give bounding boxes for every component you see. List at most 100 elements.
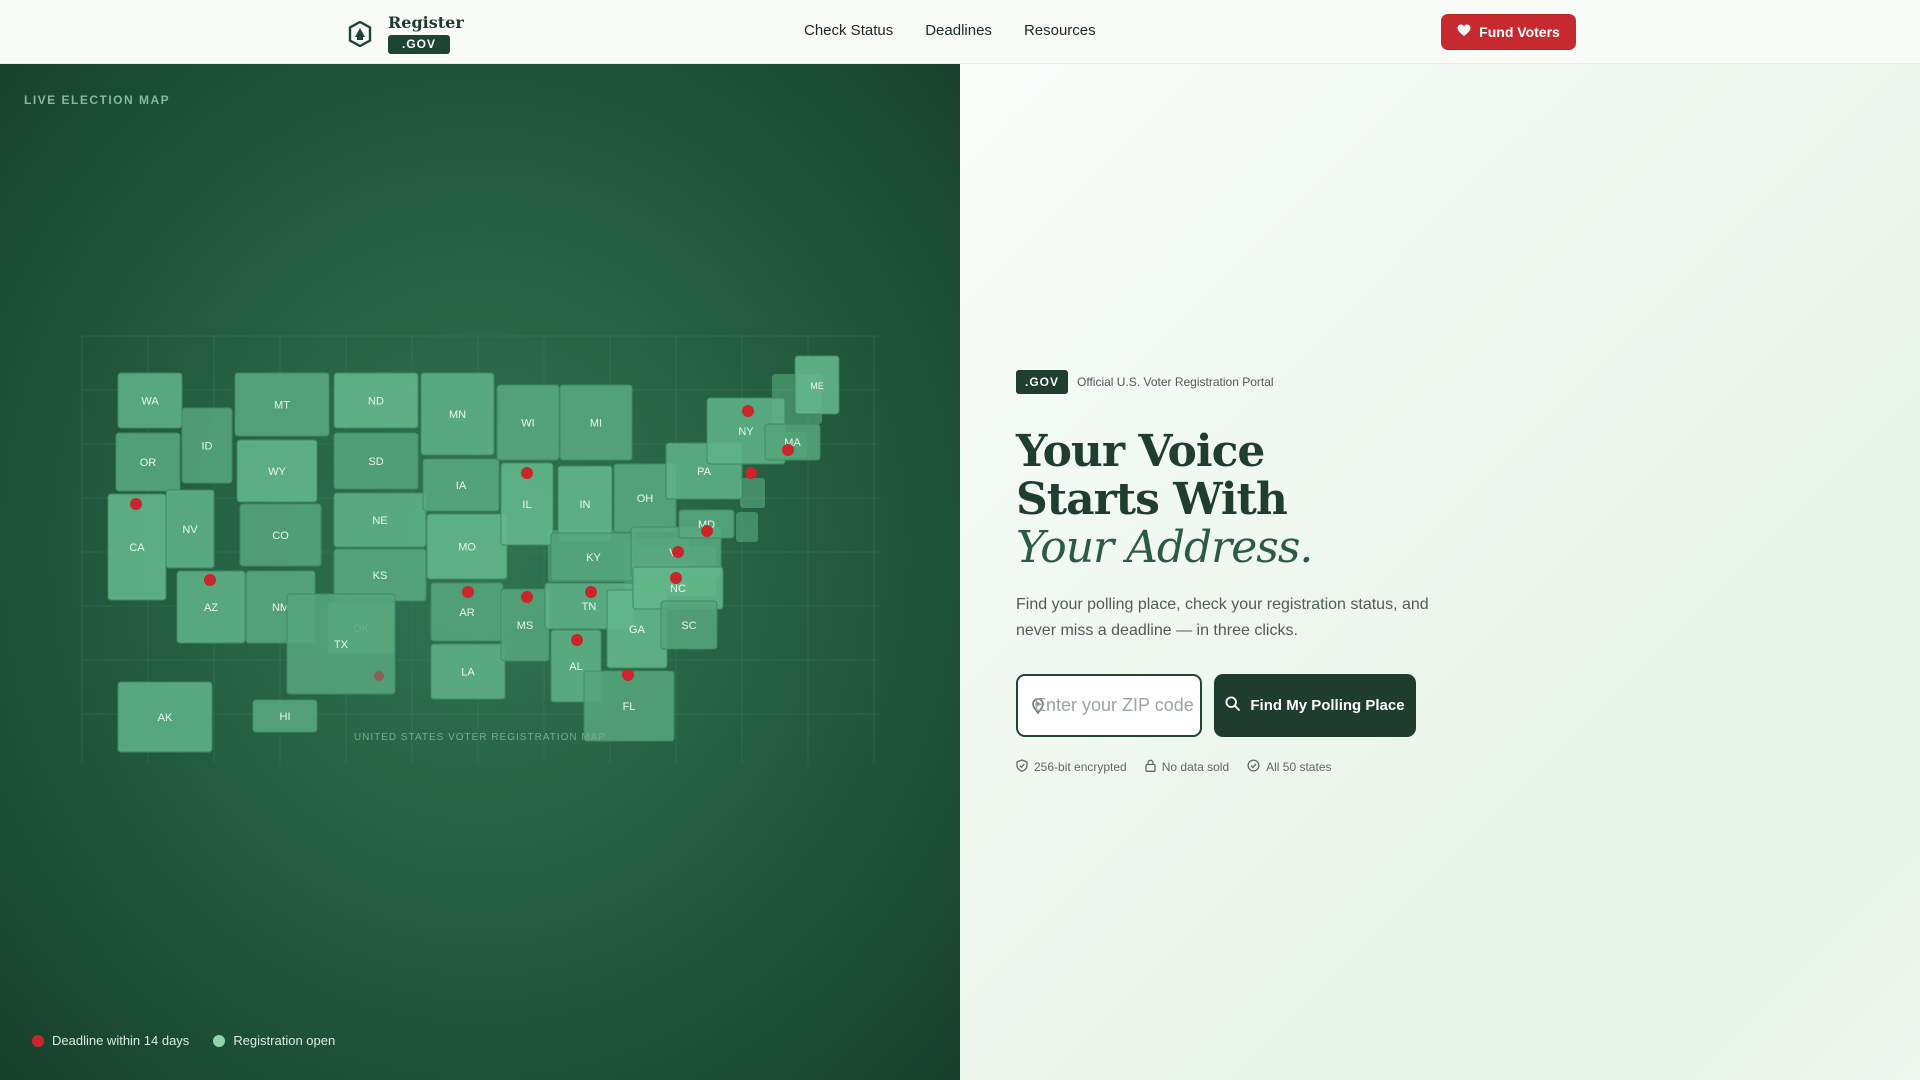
map-tile-overlap [736,512,758,542]
state-tile-ky[interactable]: KY [550,532,637,582]
state-label: MT [274,400,290,412]
state-tile-mi[interactable]: MI [559,384,633,461]
state-label: LA [461,667,475,679]
state-label: WI [521,418,534,430]
state-label: IL [522,499,531,511]
state-tile-sc[interactable]: SC [660,600,718,650]
state-tile-nv[interactable]: NV [165,489,215,569]
deadline-marker-il[interactable] [521,467,533,479]
state-label: ND [368,396,384,408]
top-nav: Register .GOV Check Status Deadlines Res… [0,0,1920,64]
state-label: NY [738,426,754,438]
state-tile-ma[interactable]: MA [764,423,821,461]
search-icon [1225,696,1241,715]
state-tile-nd[interactable]: ND [333,372,419,429]
deadline-marker-ar[interactable] [462,586,474,598]
deadline-marker-ma[interactable] [782,444,794,456]
state-tile-hi[interactable]: HI [252,699,318,733]
nav-link-deadlines[interactable]: Deadlines [925,22,992,39]
eyebrow: .GOV Official U.S. Voter Registration Po… [1016,370,1456,394]
state-tile-la[interactable]: LA [430,643,506,700]
deadline-marker-al[interactable] [571,634,583,646]
state-tile-wy[interactable]: WY [236,439,318,503]
state-label: IN [580,499,591,511]
fund-voters-label: Fund Voters [1479,24,1560,40]
state-tile-me[interactable]: ME [794,355,840,415]
state-label: TN [582,601,597,613]
deadline-dot-icon [32,1034,44,1047]
map-tile-overlap [740,478,765,508]
deadline-marker-ms[interactable] [521,591,533,603]
deadline-marker-pa[interactable] [745,467,757,479]
state-tile-mn[interactable]: MN [420,372,495,456]
nav-link-check-status[interactable]: Check Status [804,22,893,39]
state-label: AL [569,661,582,673]
nav-links: Check Status Deadlines Resources [804,22,1096,39]
state-label: MN [449,409,466,421]
state-tile-or[interactable]: OR [115,432,181,492]
state-label: NC [670,583,686,595]
state-label: WA [141,396,159,408]
deadline-marker-nc[interactable] [670,572,682,584]
eyebrow-text: Official U.S. Voter Registration Portal [1077,375,1274,389]
deadline-marker-ny[interactable] [742,405,754,417]
state-tile-wi[interactable]: WI [496,384,560,461]
state-tile-in[interactable]: IN [557,465,613,543]
shield-logo-icon [346,20,374,48]
trust-indicators: 256-bit encrypted No data sold All 50 st… [1016,759,1456,775]
state-label: MI [590,418,602,430]
state-tile-ia[interactable]: IA [422,458,500,512]
state-label: ID [202,441,213,453]
zip-field [1016,674,1202,737]
deadline-marker-az[interactable] [204,574,216,586]
state-label: WY [268,466,286,478]
state-tile-id[interactable]: ID [181,407,233,484]
fund-voters-button[interactable]: Fund Voters [1441,14,1576,50]
state-label: MS [517,620,534,632]
state-tile-co[interactable]: CO [239,503,322,567]
trust-no-data-sold: No data sold [1145,759,1229,775]
state-label: KS [373,570,388,582]
state-tile-mo[interactable]: MO [426,513,508,580]
state-tile-wa[interactable]: WA [117,372,183,429]
state-tile-fl[interactable]: FL [583,670,675,742]
hero-content: .GOV Official U.S. Voter Registration Po… [1016,370,1456,775]
state-label: AZ [204,602,218,614]
state-label: AK [158,712,173,724]
brand-logo[interactable]: Register .GOV [346,12,464,56]
state-tile-ne[interactable]: NE [333,492,427,548]
deadline-marker-ca[interactable] [130,498,142,510]
state-label: CA [129,542,145,554]
state-label: NE [372,515,387,527]
nav-link-resources[interactable]: Resources [1024,22,1096,39]
state-tile-ak[interactable]: AK [117,681,213,753]
legend-deadline: Deadline within 14 days [32,1033,189,1048]
state-label: ME [810,381,824,391]
state-label: FL [623,701,636,713]
state-tile-sd[interactable]: SD [333,432,419,490]
state-label: OR [140,457,157,469]
gov-badge: .GOV [1016,370,1069,394]
deadline-marker-va[interactable] [672,546,684,558]
state-label: SD [368,456,383,468]
find-polling-place-button[interactable]: Find My Polling Place [1214,674,1416,737]
legend-open: Registration open [213,1033,335,1048]
zip-search-form: Find My Polling Place [1016,674,1456,737]
shield-check-icon [1016,759,1028,775]
state-label: AR [459,607,474,619]
state-tile-mt[interactable]: MT [234,372,330,437]
state-label: MO [458,542,476,554]
zip-input[interactable] [1034,676,1198,735]
deadline-marker-tn[interactable] [585,586,597,598]
state-label: HI [280,711,291,723]
state-label: PA [697,466,712,478]
trust-all-states: All 50 states [1247,759,1332,775]
state-tile-ks[interactable]: KS [333,548,427,602]
us-map: WAORCAIDNVMTWYCOAZNMNDSDNEKSOKTXMNIAMOAR… [81,335,878,764]
deadline-marker-md[interactable] [701,525,713,537]
deadline-marker-ok[interactable] [374,671,384,681]
lock-icon [1145,759,1156,775]
deadline-marker-ga[interactable] [622,669,634,681]
hero-section: .GOV Official U.S. Voter Registration Po… [960,64,1920,1080]
state-label: TX [334,639,349,651]
